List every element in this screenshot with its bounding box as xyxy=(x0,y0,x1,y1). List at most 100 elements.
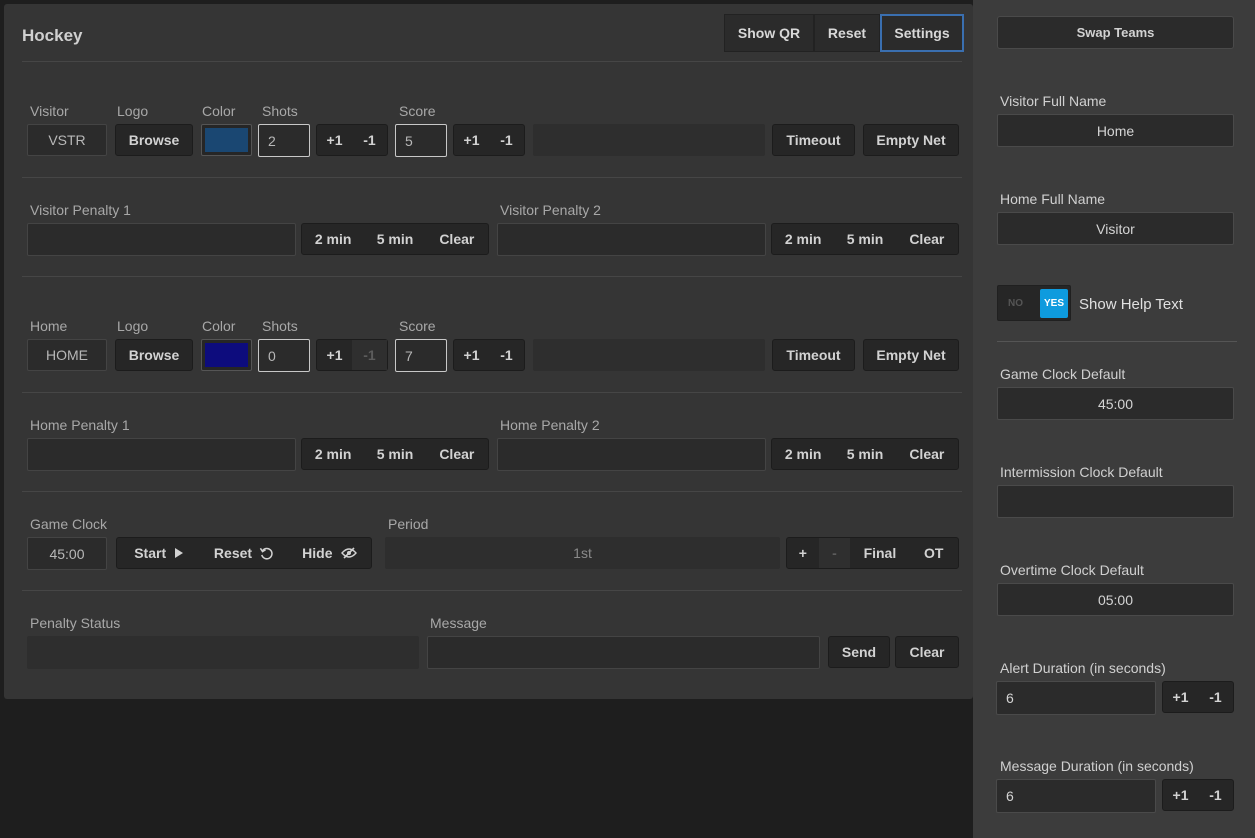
game-clock-default-input[interactable]: 45:00 xyxy=(997,387,1234,420)
home-penalty1-label: Home Penalty 1 xyxy=(30,417,130,433)
visitor-shots-plus-button[interactable]: +1 xyxy=(317,125,352,155)
home-browse-button[interactable]: Browse xyxy=(115,339,193,371)
visitor-penalty1-buttons: 2 min 5 min Clear xyxy=(301,223,489,255)
reset-icon xyxy=(259,547,273,560)
visitor-browse-button[interactable]: Browse xyxy=(115,124,193,156)
reset-button[interactable]: Reset xyxy=(814,14,880,52)
penalty-status-field xyxy=(27,636,419,669)
game-clock-display[interactable]: 45:00 xyxy=(27,537,107,570)
home-logo-label: Logo xyxy=(117,318,149,334)
clock-reset-button[interactable]: Reset xyxy=(200,538,287,568)
settings-button[interactable]: Settings xyxy=(880,14,964,52)
visitor-abbr-field[interactable]: VSTR xyxy=(27,124,107,156)
home-penalty1-clear-button[interactable]: Clear xyxy=(426,439,488,469)
home-score-minus-button[interactable]: -1 xyxy=(489,340,524,370)
home-score-plus-button[interactable]: +1 xyxy=(454,340,489,370)
message-input[interactable] xyxy=(427,636,820,669)
visitor-empty-net-button[interactable]: Empty Net xyxy=(863,124,959,156)
home-penalty1-input[interactable] xyxy=(27,438,296,471)
home-penalty2-label: Home Penalty 2 xyxy=(500,417,600,433)
visitor-penalty2-5min-button[interactable]: 5 min xyxy=(834,224,895,254)
home-shots-plus-button[interactable]: +1 xyxy=(317,340,352,370)
visitor-penalty1-clear-button[interactable]: Clear xyxy=(426,224,488,254)
divider xyxy=(22,392,962,393)
visitor-score-plus-button[interactable]: +1 xyxy=(454,125,489,155)
message-duration-label: Message Duration (in seconds) xyxy=(1000,758,1194,774)
visitor-shots-minus-button[interactable]: -1 xyxy=(352,125,387,155)
home-abbr-field[interactable]: HOME xyxy=(27,339,107,371)
period-plus-button[interactable]: + xyxy=(787,538,819,568)
message-minus-button[interactable]: -1 xyxy=(1198,780,1233,810)
intermission-default-label: Intermission Clock Default xyxy=(1000,464,1163,480)
swap-teams-button[interactable]: Swap Teams xyxy=(997,16,1234,49)
message-clear-button[interactable]: Clear xyxy=(895,636,959,668)
visitor-penalty2-buttons: 2 min 5 min Clear xyxy=(771,223,959,255)
visitor-penalty2-input[interactable] xyxy=(497,223,766,256)
message-send-button[interactable]: Send xyxy=(828,636,890,668)
period-ot-button[interactable]: OT xyxy=(910,538,958,568)
overtime-default-input[interactable]: 05:00 xyxy=(997,583,1234,616)
home-shots-minus-button[interactable]: -1 xyxy=(352,340,387,370)
period-final-button[interactable]: Final xyxy=(850,538,909,568)
home-shots-input[interactable]: 0 xyxy=(258,339,310,372)
divider xyxy=(22,61,962,62)
home-penalty2-clear-button[interactable]: Clear xyxy=(896,439,958,469)
home-timeout-button[interactable]: Timeout xyxy=(772,339,855,371)
toggle-no-label: NO xyxy=(1008,298,1023,309)
visitor-penalty1-2min-button[interactable]: 2 min xyxy=(302,224,364,254)
clock-hide-label: Hide xyxy=(302,545,333,561)
home-label: Home xyxy=(30,318,68,334)
home-color-picker[interactable] xyxy=(201,339,252,371)
clock-hide-button[interactable]: Hide xyxy=(288,538,371,568)
message-duration-input[interactable]: 6 xyxy=(996,779,1156,813)
visitor-score-label: Score xyxy=(399,103,436,119)
alert-duration-label: Alert Duration (in seconds) xyxy=(1000,660,1166,676)
home-full-name-input[interactable]: Visitor xyxy=(997,212,1234,245)
visitor-shots-stepper: +1 -1 xyxy=(316,124,388,156)
home-penalty1-2min-button[interactable]: 2 min xyxy=(302,439,364,469)
period-controls: + - Final OT xyxy=(786,537,959,569)
visitor-shots-input[interactable]: 2 xyxy=(258,124,310,157)
visitor-timeout-button[interactable]: Timeout xyxy=(772,124,855,156)
home-penalty2-5min-button[interactable]: 5 min xyxy=(834,439,895,469)
help-text-toggle[interactable]: NO YES xyxy=(997,285,1071,321)
divider xyxy=(22,590,962,591)
divider xyxy=(22,177,962,178)
game-clock-label: Game Clock xyxy=(30,516,108,532)
clock-start-button[interactable]: Start xyxy=(117,538,200,568)
period-minus-button[interactable]: - xyxy=(818,538,851,568)
visitor-score-minus-button[interactable]: -1 xyxy=(489,125,524,155)
game-clock-default-label: Game Clock Default xyxy=(1000,366,1126,382)
intermission-default-input[interactable] xyxy=(997,485,1234,518)
home-score-label: Score xyxy=(399,318,436,334)
home-empty-net-button[interactable]: Empty Net xyxy=(863,339,959,371)
alert-plus-button[interactable]: +1 xyxy=(1163,682,1198,712)
divider xyxy=(22,276,962,277)
settings-panel: Swap Teams Visitor Full Name Home Home F… xyxy=(973,0,1255,838)
message-plus-button[interactable]: +1 xyxy=(1163,780,1198,810)
alert-minus-button[interactable]: -1 xyxy=(1198,682,1233,712)
home-penalty1-buttons: 2 min 5 min Clear xyxy=(301,438,489,470)
visitor-penalty1-input[interactable] xyxy=(27,223,296,256)
period-label: Period xyxy=(388,516,429,532)
clock-reset-label: Reset xyxy=(213,545,253,561)
alert-duration-input[interactable]: 6 xyxy=(996,681,1156,715)
home-score-input[interactable]: 7 xyxy=(395,339,447,372)
show-qr-button[interactable]: Show QR xyxy=(724,14,814,52)
visitor-score-input[interactable]: 5 xyxy=(395,124,447,157)
scoreboard-panel: Hockey Show QR Reset Settings Visitor Lo… xyxy=(4,4,973,699)
eye-slash-icon xyxy=(340,547,357,559)
visitor-penalty2-clear-button[interactable]: Clear xyxy=(896,224,958,254)
visitor-color-picker[interactable] xyxy=(201,124,252,156)
visitor-score-stepper: +1 -1 xyxy=(453,124,525,156)
visitor-penalty1-5min-button[interactable]: 5 min xyxy=(364,224,425,254)
home-penalty1-5min-button[interactable]: 5 min xyxy=(364,439,425,469)
home-penalty2-2min-button[interactable]: 2 min xyxy=(772,439,834,469)
visitor-label: Visitor xyxy=(30,103,69,119)
visitor-penalty2-2min-button[interactable]: 2 min xyxy=(772,224,834,254)
home-color-label: Color xyxy=(202,318,236,334)
visitor-full-name-input[interactable]: Home xyxy=(997,114,1234,147)
period-display: 1st xyxy=(385,537,780,569)
visitor-shots-label: Shots xyxy=(262,103,298,119)
home-penalty2-input[interactable] xyxy=(497,438,766,471)
